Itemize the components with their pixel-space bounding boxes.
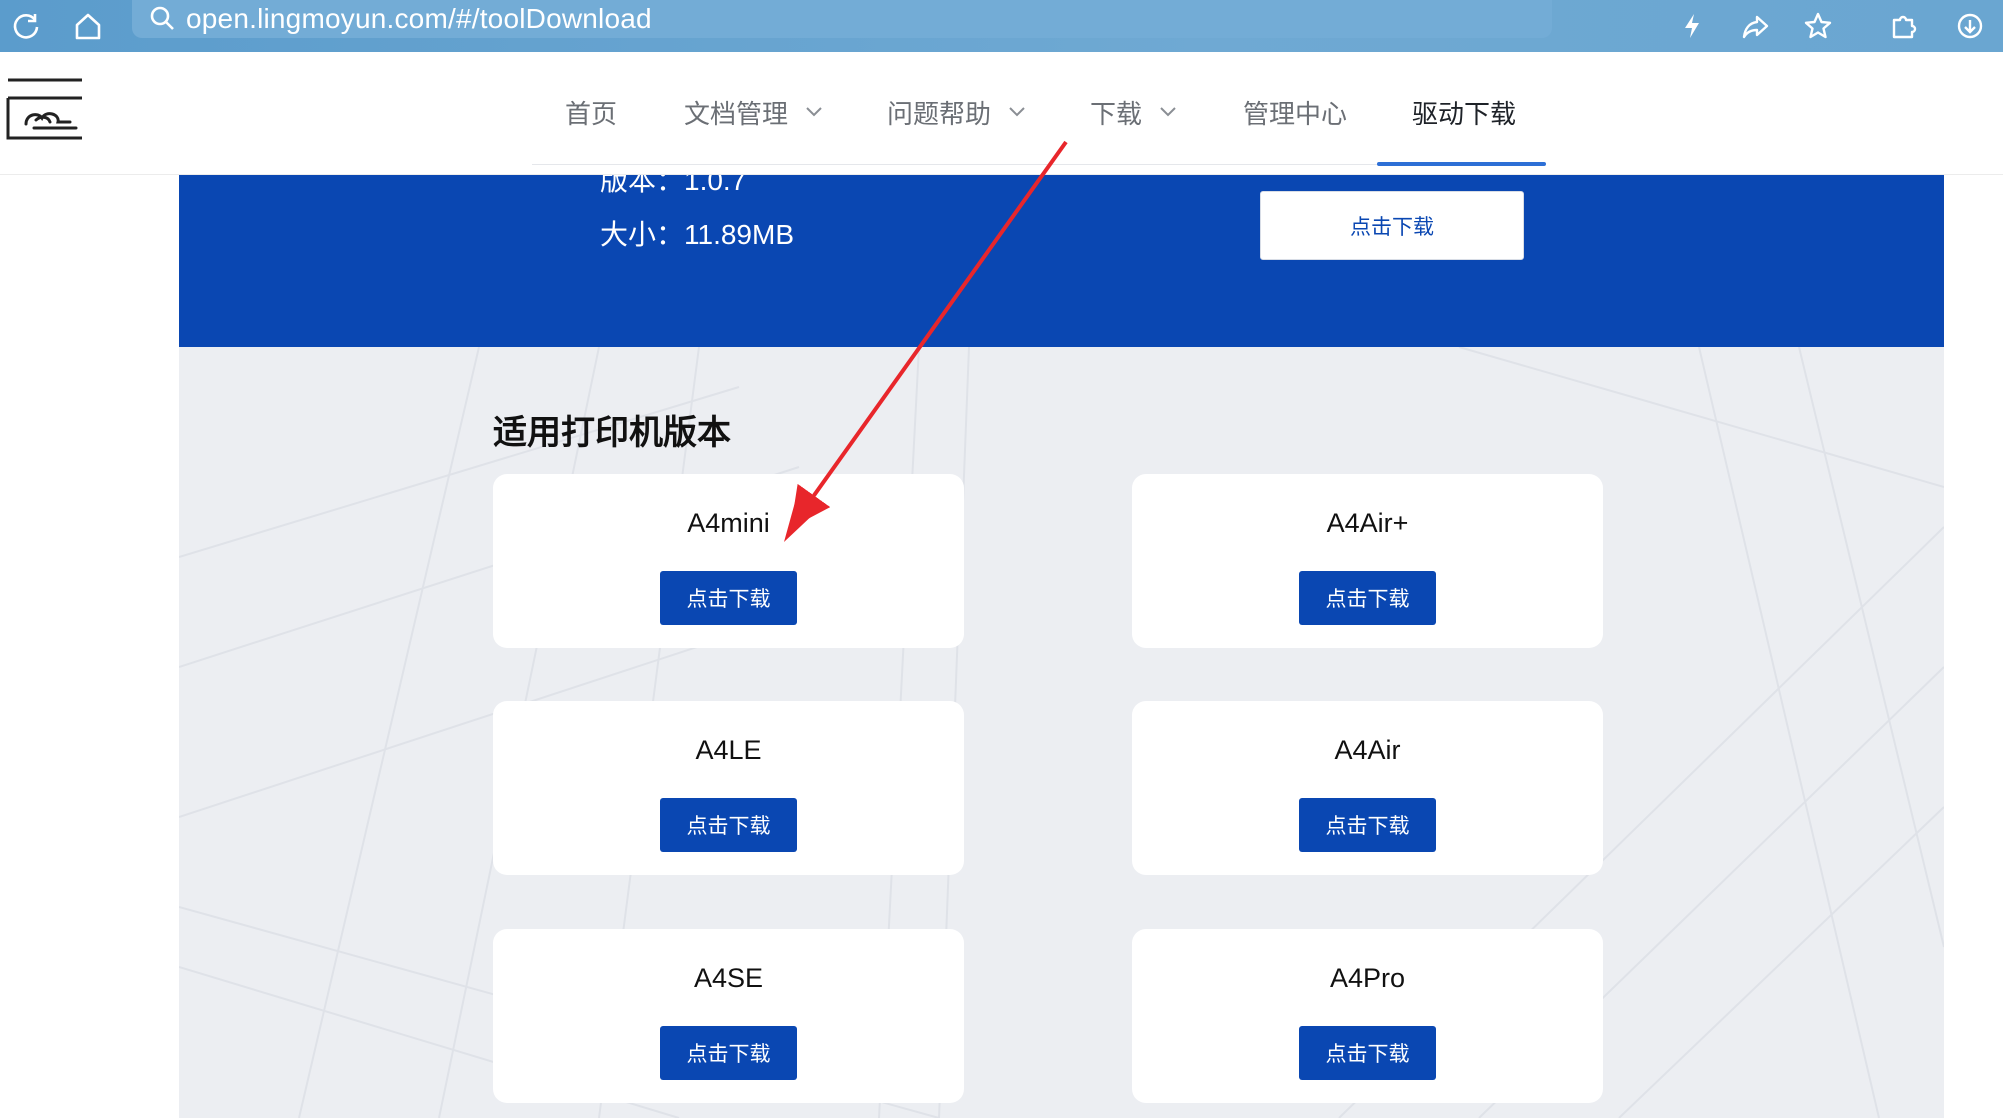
url-text[interactable]: open.lingmoyun.com/#/toolDownload bbox=[186, 2, 652, 36]
hero-download-button[interactable]: 点击下载 bbox=[1260, 191, 1524, 260]
share-icon[interactable] bbox=[1736, 6, 1776, 46]
chevron-down-icon bbox=[806, 107, 822, 117]
printer-versions-section: 适用打印机版本 A4mini 点击下载 A4Air+ 点击下载 A4LE 点击下… bbox=[179, 347, 1944, 1118]
printer-card-a4mini: A4mini 点击下载 bbox=[493, 474, 964, 648]
chevron-down-icon bbox=[1160, 107, 1176, 117]
printer-name: A4SE bbox=[693, 963, 764, 993]
nav-download[interactable]: 下载 bbox=[1090, 92, 1176, 132]
download-button-a4se[interactable]: 点击下载 bbox=[660, 1026, 797, 1080]
background-pattern bbox=[179, 347, 1944, 1118]
lightning-icon[interactable] bbox=[1672, 6, 1712, 46]
section-title: 适用打印机版本 bbox=[493, 414, 731, 452]
printer-name: A4Pro bbox=[1329, 963, 1406, 993]
nav-driver-download[interactable]: 驱动下载 bbox=[1412, 92, 1516, 132]
nav-home-label: 首页 bbox=[565, 98, 618, 129]
nav-download-label: 下载 bbox=[1090, 98, 1143, 129]
printer-card-a4pro: A4Pro 点击下载 bbox=[1132, 929, 1603, 1103]
lingmo-logo[interactable] bbox=[4, 76, 84, 156]
printer-name: A4LE bbox=[695, 735, 762, 765]
download-icon[interactable] bbox=[1950, 6, 1990, 46]
nav-help[interactable]: 问题帮助 bbox=[887, 92, 1025, 132]
search-icon bbox=[142, 0, 182, 38]
nav-admin-label: 管理中心 bbox=[1243, 98, 1348, 129]
extensions-icon[interactable] bbox=[1884, 6, 1924, 46]
printer-card-a4airplus: A4Air+ 点击下载 bbox=[1132, 474, 1603, 648]
printer-card-a4air: A4Air 点击下载 bbox=[1132, 701, 1603, 875]
nav-help-label: 问题帮助 bbox=[887, 98, 992, 129]
printer-name: A4Air+ bbox=[1326, 508, 1409, 538]
nav-docs-label: 文档管理 bbox=[684, 98, 789, 129]
nav-driver-download-label: 驱动下载 bbox=[1412, 98, 1517, 129]
version-text: 版本：1.0.7 bbox=[600, 175, 747, 196]
download-button-a4mini[interactable]: 点击下载 bbox=[660, 571, 797, 625]
download-button-a4airplus[interactable]: 点击下载 bbox=[1299, 571, 1436, 625]
printer-card-a4le: A4LE 点击下载 bbox=[493, 701, 964, 875]
home-icon[interactable] bbox=[68, 6, 108, 46]
site-header: 首页 文档管理 问题帮助 下载 管理中心 驱动下载 bbox=[0, 52, 2003, 175]
printer-name: A4Air bbox=[1334, 735, 1401, 765]
reload-icon[interactable] bbox=[6, 6, 46, 46]
printer-card-a4se: A4SE 点击下载 bbox=[493, 929, 964, 1103]
download-button-a4le[interactable]: 点击下载 bbox=[660, 798, 797, 852]
driver-hero-banner: 版本：1.0.7 大小：11.89MB 点击下载 bbox=[179, 175, 1944, 347]
nav-admin[interactable]: 管理中心 bbox=[1243, 92, 1347, 132]
nav-active-indicator bbox=[1377, 162, 1546, 166]
star-icon[interactable] bbox=[1798, 6, 1838, 46]
printer-name: A4mini bbox=[687, 508, 770, 538]
download-button-a4pro[interactable]: 点击下载 bbox=[1299, 1026, 1436, 1080]
download-button-a4air[interactable]: 点击下载 bbox=[1299, 798, 1436, 852]
chevron-down-icon bbox=[1009, 107, 1025, 117]
browser-toolbar: open.lingmoyun.com/#/toolDownload bbox=[0, 0, 2003, 52]
nav-docs[interactable]: 文档管理 bbox=[684, 92, 822, 132]
nav-home[interactable]: 首页 bbox=[565, 92, 617, 132]
size-text: 大小：11.89MB bbox=[600, 219, 794, 250]
